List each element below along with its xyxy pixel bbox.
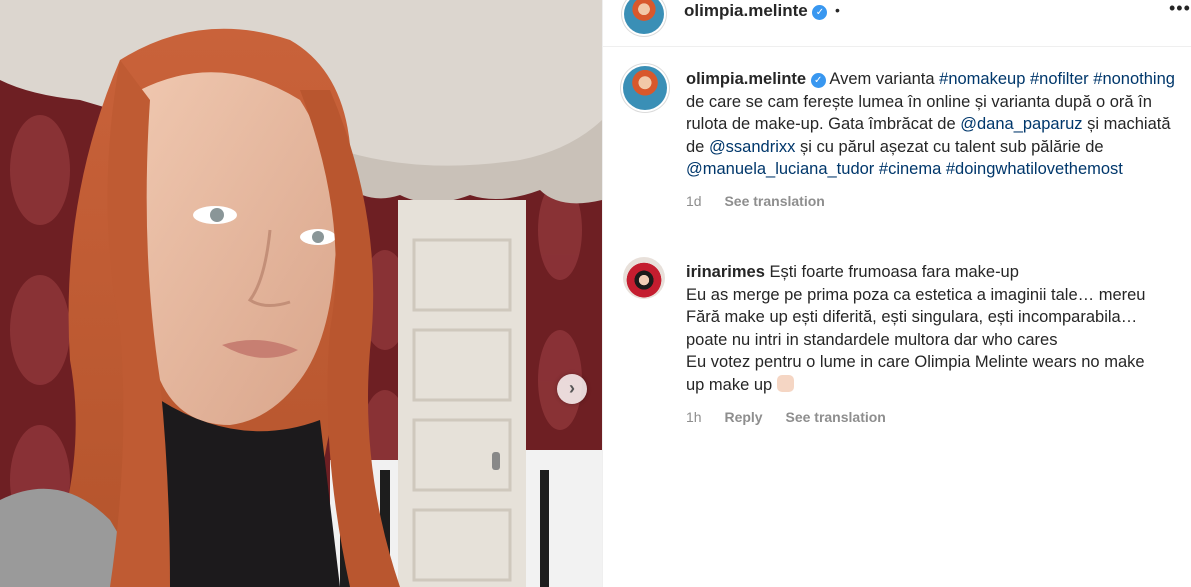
comment-line-3: Fără make up ești diferită, ești singula… <box>686 308 1138 327</box>
photo-illustration <box>0 0 602 587</box>
caption-text-segment: Avem varianta <box>829 70 940 88</box>
caption-see-translation-button[interactable]: See translation <box>724 193 824 209</box>
author-avatar[interactable] <box>624 0 664 34</box>
comment-line-6: up make up <box>686 375 773 394</box>
more-options-icon[interactable]: ••• <box>1169 0 1191 19</box>
hashtag-link[interactable]: #nofilter <box>1030 70 1089 88</box>
caption-meta: 1d See translation <box>686 190 1186 213</box>
mention-link[interactable]: @ssandrixx <box>709 138 795 156</box>
commenter-username[interactable]: irinarimes <box>686 263 765 281</box>
mention-link[interactable]: @dana_paparuz <box>960 115 1082 133</box>
caption-text-segment: și cu părul așezat cu talent sub pălărie… <box>795 137 1104 156</box>
comment-meta: 1h Reply See translation <box>686 406 1186 429</box>
verified-badge-icon: ✓ <box>810 73 826 88</box>
caption-username[interactable]: olimpia.melinte <box>686 70 806 88</box>
post-side-panel: olimpia.melinte ✓ • ••• olimpia.melinte … <box>602 0 1191 587</box>
caption-author-avatar[interactable] <box>623 66 667 110</box>
header-separator: • <box>835 2 840 18</box>
post-header: olimpia.melinte ✓ • ••• <box>603 0 1191 47</box>
hashtag-link[interactable]: #nonothing <box>1093 70 1175 88</box>
carousel-next-button[interactable]: › <box>557 374 587 404</box>
comment-body: irinarimes Ești foarte frumoasa fara mak… <box>686 261 1186 428</box>
caption-body: olimpia.melinte ✓ Avem varianta #nomakeu… <box>686 68 1186 213</box>
fist-emoji-icon <box>776 374 794 392</box>
comment-text: irinarimes Ești foarte frumoasa fara mak… <box>686 261 1186 397</box>
comment-see-translation-button[interactable]: See translation <box>785 409 885 425</box>
comment-line-1: Ești foarte frumoasa fara make-up <box>769 263 1019 281</box>
author-username[interactable]: olimpia.melinte <box>684 1 808 20</box>
caption-text: olimpia.melinte ✓ Avem varianta #nomakeu… <box>686 68 1186 181</box>
commenter-avatar[interactable] <box>623 257 665 299</box>
comment-time: 1h <box>686 408 702 425</box>
caption-time: 1d <box>686 192 702 209</box>
hashtag-link[interactable]: #nomakeup <box>939 70 1025 88</box>
comment-line-2: Eu as merge pe prima poza ca estetica a … <box>686 285 1146 304</box>
hashtag-link[interactable]: #doingwhatilovethemost <box>946 160 1123 178</box>
hashtag-link[interactable]: #cinema <box>879 160 941 178</box>
post-photo[interactable]: › <box>0 0 602 587</box>
mention-link[interactable]: @manuela_luciana_tudor <box>686 160 874 178</box>
comment-line-5: Eu votez pentru o lume in care Olimpia M… <box>686 353 1145 372</box>
comment-line-4: poate nu intri in standardele multora da… <box>686 330 1058 349</box>
chevron-right-icon: › <box>569 377 575 398</box>
author-username-row[interactable]: olimpia.melinte ✓ <box>684 1 828 21</box>
verified-badge-icon: ✓ <box>812 5 828 20</box>
comment-reply-button[interactable]: Reply <box>724 409 762 425</box>
